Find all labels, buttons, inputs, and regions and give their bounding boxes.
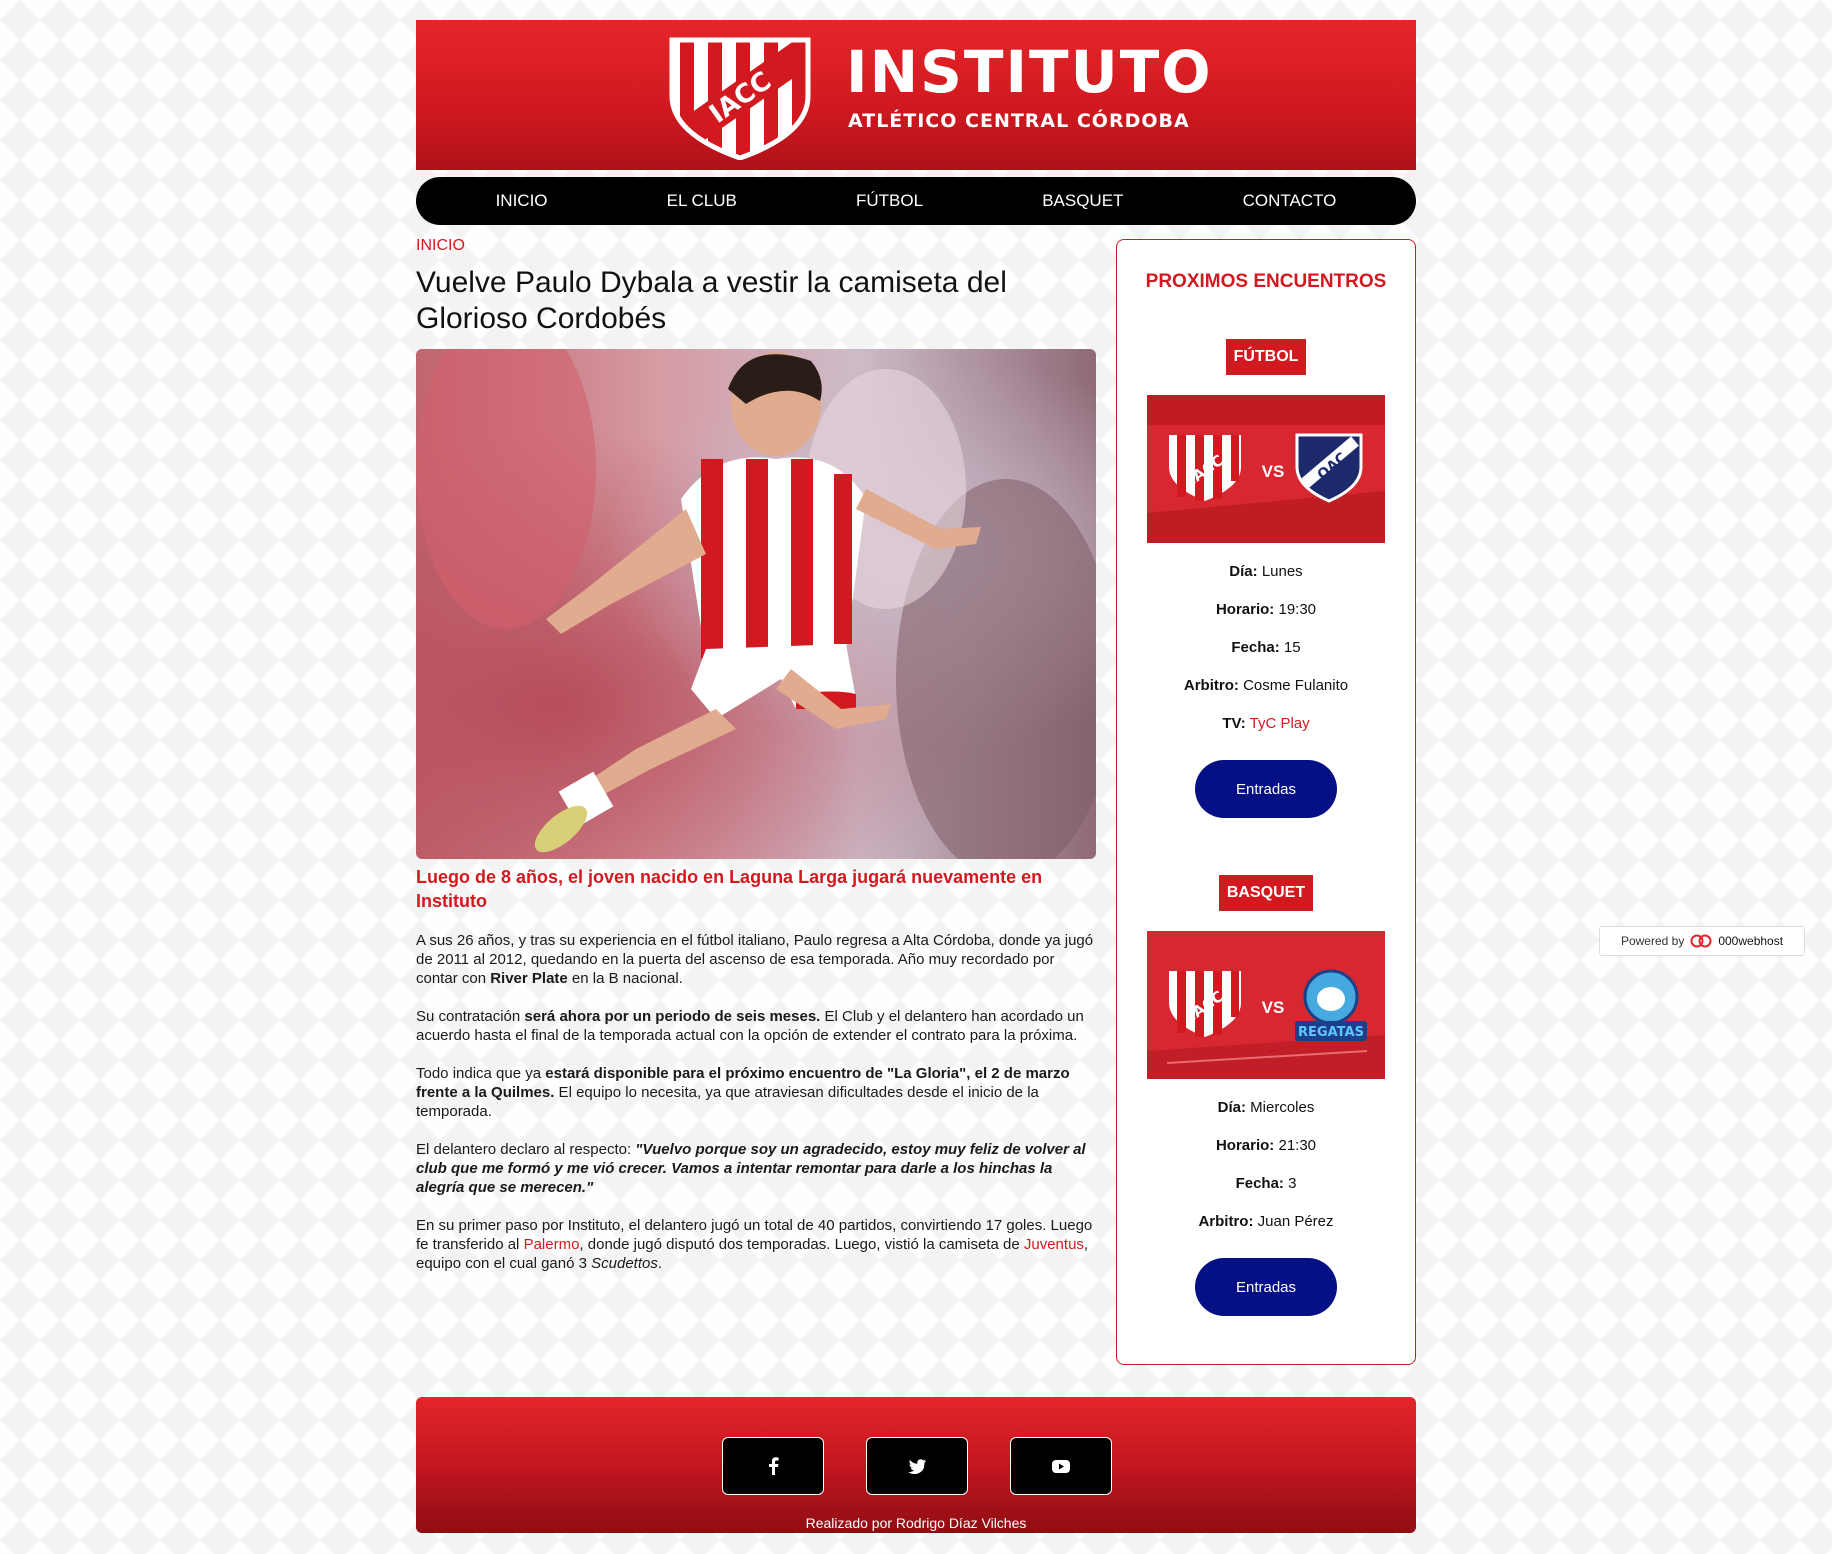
football-tickets-button[interactable]: Entradas — [1195, 760, 1337, 818]
link-palermo[interactable]: Palermo — [524, 1236, 580, 1253]
breadcrumb[interactable]: INICIO — [416, 237, 1096, 255]
basket-referee: Arbitro: Juan Pérez — [1198, 1213, 1334, 1230]
content-area: INICIO Vuelve Paulo Dybala a vestir la c… — [416, 225, 1416, 1382]
svg-text:REGATAS: REGATAS — [1298, 1025, 1364, 1040]
basket-tickets-button[interactable]: Entradas — [1195, 1258, 1337, 1316]
paragraph: Su contratación será ahora por un period… — [416, 1008, 1084, 1044]
main-nav: INICIO EL CLUB FÚTBOL BASQUET CONTACTO — [416, 177, 1416, 225]
football-round: Fecha: 15 — [1231, 639, 1301, 656]
basket-match-image: IACC VS REGATAS — [1147, 931, 1385, 1079]
upcoming-matches-sidebar: PROXIMOS ENCUENTROS FÚTBOL IACC VS QAC D… — [1116, 239, 1416, 1365]
article-title: Vuelve Paulo Dybala a vestir la camiseta… — [416, 266, 1007, 335]
nav-item-contacto[interactable]: CONTACTO — [1243, 191, 1337, 211]
football-tv: TV: TyC Play — [1222, 715, 1310, 732]
basket-time: Horario: 21:30 — [1215, 1137, 1317, 1154]
twitter-icon[interactable] — [866, 1437, 968, 1495]
nav-item-basquet[interactable]: BASQUET — [1042, 191, 1123, 211]
football-match-image: IACC VS QAC — [1147, 395, 1385, 543]
football-time: Horario: 19:30 — [1215, 601, 1317, 618]
football-referee: Arbitro: Cosme Fulanito — [1183, 677, 1349, 694]
svg-text:VS: VS — [1262, 998, 1285, 1017]
article-hero-image — [416, 349, 1096, 859]
site-title: INSTITUTO — [846, 38, 1213, 106]
paragraph: Todo indica que ya estará disponible par… — [416, 1065, 1070, 1120]
basket-badge: BASQUET — [1218, 875, 1314, 911]
basket-round: Fecha: 3 — [1235, 1175, 1297, 1192]
football-day: Día: Lunes — [1229, 563, 1303, 580]
article: INICIO Vuelve Paulo Dybala a vestir la c… — [416, 225, 1096, 1292]
link-juventus[interactable]: Juventus — [1024, 1236, 1084, 1253]
tv-link[interactable]: TyC Play — [1250, 715, 1310, 732]
powered-by-brand: 000webhost — [1718, 934, 1784, 948]
site-footer: Realizado por Rodrigo Díaz Vilches — [416, 1397, 1416, 1533]
powered-by-label: Powered by — [1620, 934, 1685, 948]
site-header: IACC INSTITUTO ATLÉTICO CENTRAL CÓRDOBA — [416, 20, 1416, 170]
football-badge: FÚTBOL — [1225, 339, 1307, 375]
page: IACC INSTITUTO ATLÉTICO CENTRAL CÓRDOBA … — [416, 20, 1416, 1382]
site-subtitle: ATLÉTICO CENTRAL CÓRDOBA — [848, 110, 1190, 132]
svg-text:VS: VS — [1262, 462, 1285, 481]
nav-item-inicio[interactable]: INICIO — [496, 191, 548, 211]
sidebar-title: PROXIMOS ENCUENTROS — [1145, 271, 1387, 292]
webhost-logo-icon — [1690, 934, 1712, 948]
footer-credit: Realizado por Rodrigo Díaz Vilches — [805, 1515, 1027, 1531]
article-subtitle: Luego de 8 años, el joven nacido en Lagu… — [416, 867, 1043, 911]
paragraph: En su primer paso por Instituto, el dela… — [416, 1217, 1093, 1272]
powered-by-badge[interactable]: Powered by 000webhost — [1599, 926, 1805, 956]
basket-day: Día: Miercoles — [1217, 1099, 1315, 1116]
paragraph: El delantero declaro al respecto: "Vuelv… — [416, 1141, 1086, 1196]
youtube-icon[interactable] — [1010, 1437, 1112, 1495]
facebook-icon[interactable] — [722, 1437, 824, 1495]
article-body: A sus 26 años, y tras su experiencia en … — [416, 931, 1096, 1273]
nav-item-futbol[interactable]: FÚTBOL — [856, 191, 923, 211]
club-crest-logo[interactable]: IACC — [666, 34, 814, 160]
player-photo — [416, 349, 1096, 859]
paragraph: A sus 26 años, y tras su experiencia en … — [416, 932, 1094, 987]
nav-item-el-club[interactable]: EL CLUB — [667, 191, 737, 211]
